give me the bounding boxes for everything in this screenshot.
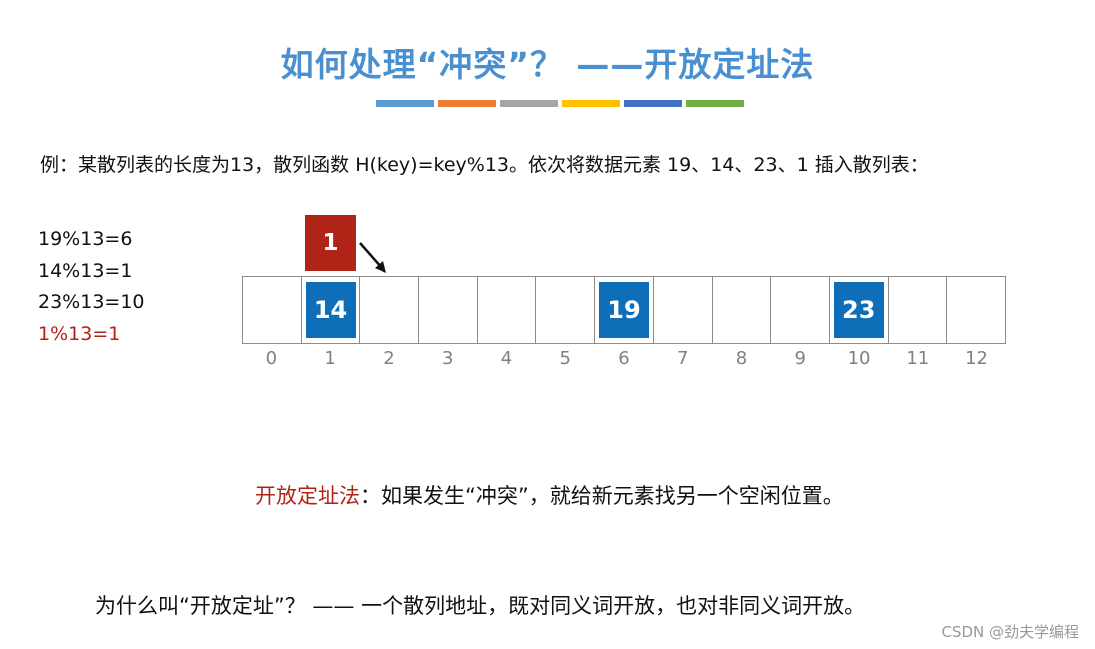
hash-table: 14 19 23 bbox=[242, 276, 1006, 344]
arrow-icon bbox=[359, 242, 386, 273]
hash-table-cell bbox=[536, 277, 596, 343]
hash-index-label: 2 bbox=[383, 348, 395, 369]
stored-element-box: 23 bbox=[833, 282, 884, 338]
credit-watermark: CSDN @劲夫学编程 bbox=[941, 623, 1079, 641]
hash-index-label: 8 bbox=[735, 348, 748, 369]
slide-title: 如何处理“冲突”？ ——开放定址法 bbox=[280, 45, 815, 84]
color-bar bbox=[500, 100, 558, 107]
hash-index-label: 11 bbox=[906, 348, 930, 369]
calculation-line: 19%13=6 bbox=[38, 228, 133, 250]
hash-index-label: 10 bbox=[847, 348, 871, 369]
hash-table-cell bbox=[947, 277, 1005, 343]
hash-table-indices: 0 1 2 3 4 5 6 7 8 9 10 11 12 bbox=[242, 348, 1006, 369]
hash-index-label: 0 bbox=[265, 348, 278, 369]
hash-table-cell: 23 bbox=[830, 277, 889, 343]
color-bar bbox=[376, 100, 434, 107]
hash-index-label: 4 bbox=[500, 348, 513, 369]
hash-index-label: 12 bbox=[965, 348, 989, 369]
hash-table-cell bbox=[889, 277, 948, 343]
hash-table-cell bbox=[713, 277, 772, 343]
calculation-line-conflict: 1%13=1 bbox=[38, 322, 121, 345]
color-bar bbox=[686, 100, 744, 107]
hash-table-cell bbox=[360, 277, 420, 343]
definition-body: ：如果发生“冲突”，就给新元素找另一个空闲位置。 bbox=[360, 484, 844, 508]
definition-term: 开放定址法 bbox=[255, 484, 360, 508]
hash-index-label: 5 bbox=[559, 348, 571, 369]
hash-table-cell bbox=[771, 277, 830, 343]
calculation-line: 23%13=10 bbox=[38, 291, 145, 313]
hash-index-label: 3 bbox=[441, 348, 454, 369]
calculation-line: 14%13=1 bbox=[38, 259, 133, 282]
hash-index-label: 7 bbox=[677, 348, 689, 369]
hash-table-cell: 14 bbox=[302, 277, 361, 343]
stored-element-box: 14 bbox=[305, 282, 356, 338]
example-text: 例：某散列表的长度为13，散列函数 H(key)=key%13。依次将数据元素 … bbox=[40, 154, 929, 176]
calculation-list: 19%13=6 14%13=1 23%13=10 1%13=1 bbox=[38, 224, 145, 350]
hash-table-cell bbox=[243, 277, 302, 343]
new-element-box: 1 bbox=[305, 215, 356, 271]
color-bars-decoration bbox=[376, 100, 744, 107]
color-bar bbox=[562, 100, 620, 107]
color-bar bbox=[624, 100, 682, 107]
hash-table-cell bbox=[478, 277, 537, 343]
color-bar bbox=[438, 100, 496, 107]
stored-element-box: 19 bbox=[598, 282, 649, 338]
hash-table-cell bbox=[654, 277, 713, 343]
question-text: 为什么叫“开放定址”？ —— 一个散列地址，既对同义词开放，也对非同义词开放。 bbox=[95, 594, 866, 618]
hash-index-label: 9 bbox=[794, 348, 806, 369]
hash-index-label: 1 bbox=[324, 348, 336, 369]
definition-text: 开放定址法：如果发生“冲突”，就给新元素找另一个空闲位置。 bbox=[255, 480, 844, 510]
hash-table-cell: 19 bbox=[595, 277, 654, 343]
hash-index-label: 6 bbox=[618, 348, 630, 369]
hash-table-cell bbox=[419, 277, 478, 343]
